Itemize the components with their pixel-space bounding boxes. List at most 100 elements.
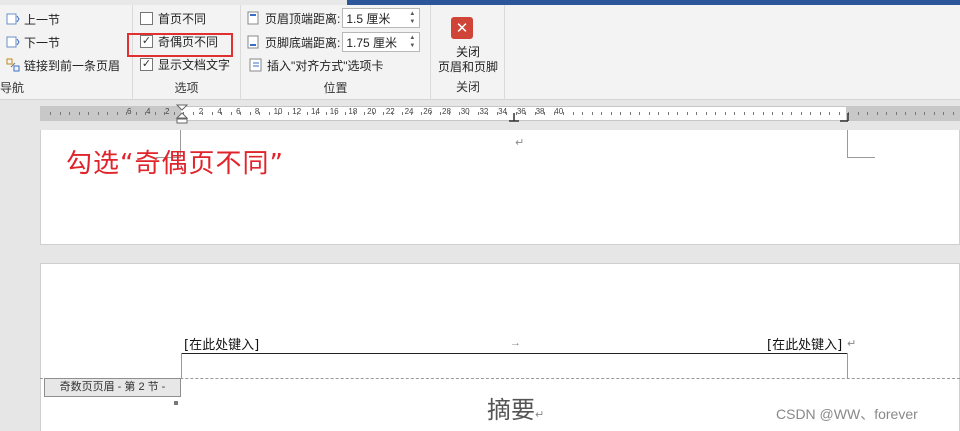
paragraph-mark: ↵ bbox=[535, 408, 545, 421]
ruler-tick-mark bbox=[810, 112, 811, 115]
ruler-tick-mark bbox=[781, 112, 783, 115]
ruler-tick-mark bbox=[553, 112, 555, 115]
ribbon-design-tab: 上一节 下一节 链接到前一条页眉 导航 首页不同 ✓ 奇偶页不同 ✓ 显示文档文… bbox=[0, 5, 960, 100]
spinner-arrows-icon[interactable]: ▲ ▼ bbox=[407, 10, 417, 26]
insert-alignment-tab-label: 插入"对齐方式"选项卡 bbox=[267, 58, 384, 73]
footer-bottom-spinner[interactable]: 1.75 厘米 ▲ ▼ bbox=[342, 32, 421, 52]
checkbox-first-page[interactable] bbox=[140, 11, 153, 25]
footer-bottom-distance: 页脚底端距离: 1.75 厘米 ▲ ▼ bbox=[247, 32, 421, 52]
ruler-tick-mark bbox=[487, 112, 488, 115]
ruler-tick-mark bbox=[819, 112, 821, 115]
spinner-arrows-icon[interactable]: ▲ ▼ bbox=[407, 34, 417, 50]
next-section-button[interactable]: 下一节 bbox=[6, 32, 60, 52]
ruler-tick-mark bbox=[886, 112, 887, 115]
ruler-tick-mark bbox=[905, 112, 906, 115]
alignment-tab-icon bbox=[249, 58, 263, 72]
header-top-spinner[interactable]: 1.5 厘米 ▲ ▼ bbox=[342, 8, 421, 28]
margin-corner-mark bbox=[847, 353, 848, 379]
ruler-tick-mark bbox=[572, 112, 574, 115]
ruler-tick-mark bbox=[696, 112, 697, 115]
odd-page-header-tag: 奇数页页眉 - 第 2 节 - bbox=[44, 378, 181, 397]
group-label-position: 位置 bbox=[323, 81, 348, 95]
link-to-previous-label: 链接到前一条页眉 bbox=[24, 58, 121, 73]
ruler-number: 20 bbox=[367, 107, 377, 116]
ruler-tick-mark bbox=[667, 112, 669, 115]
ruler-tick-mark bbox=[582, 112, 583, 115]
link-to-previous-button[interactable]: 链接到前一条页眉 bbox=[6, 55, 120, 75]
ruler-number: 18 bbox=[348, 107, 358, 116]
show-document-text-checkbox[interactable]: ✓ 显示文档文字 bbox=[140, 54, 230, 74]
ruler-tick-mark bbox=[392, 112, 393, 115]
ruler-tick-mark bbox=[496, 112, 498, 115]
header-left-placeholder[interactable]: [在此处键入] bbox=[184, 334, 259, 353]
ruler-tick-mark bbox=[506, 112, 507, 115]
ruler-tick-mark bbox=[734, 112, 735, 115]
ruler-tick-mark bbox=[382, 112, 384, 115]
ruler-tick-mark bbox=[211, 112, 213, 115]
ruler-tick-mark bbox=[563, 112, 564, 115]
footer-bottom-label: 页脚底端距离: bbox=[265, 35, 341, 50]
ruler-tick-mark bbox=[724, 112, 726, 115]
center-tab-stop-icon[interactable] bbox=[509, 113, 519, 123]
header-right-placeholder[interactable]: [在此处键入] bbox=[767, 334, 842, 353]
ruler-tick-mark bbox=[221, 112, 222, 115]
ruler-tick-mark bbox=[800, 112, 802, 115]
annotation-highlight-box bbox=[127, 33, 233, 57]
ruler-tick-mark bbox=[116, 112, 118, 115]
ruler-tick-mark bbox=[895, 112, 897, 115]
insert-alignment-tab-button[interactable]: 插入"对齐方式"选项卡 bbox=[249, 55, 384, 75]
next-section-label: 下一节 bbox=[24, 35, 61, 50]
ruler-tick-mark bbox=[867, 112, 868, 115]
indent-marker-icon[interactable] bbox=[175, 104, 189, 124]
ruler-tick-mark bbox=[306, 112, 308, 115]
ruler-tick-mark bbox=[534, 112, 536, 115]
ruler-tick-mark bbox=[344, 112, 346, 115]
ruler-number: 4 bbox=[146, 107, 151, 116]
ruler-tick-mark bbox=[363, 112, 365, 115]
prev-section-button[interactable]: 上一节 bbox=[6, 9, 60, 29]
right-tab-stop-icon[interactable] bbox=[840, 113, 850, 123]
ruler-left-margin bbox=[40, 107, 181, 120]
ruler-tick-mark bbox=[164, 112, 165, 115]
ruler-number: 2 bbox=[165, 107, 170, 116]
header-top-label: 页眉顶端距离: bbox=[265, 11, 341, 26]
header-top-value[interactable]: 1.5 厘米 bbox=[346, 10, 390, 27]
abstract-text: 摘要 bbox=[487, 396, 535, 424]
ruler-tick-mark bbox=[249, 112, 251, 115]
ruler-number: 24 bbox=[404, 107, 414, 116]
footer-bottom-value[interactable]: 1.75 厘米 bbox=[346, 34, 397, 51]
ruler-tick-mark bbox=[610, 112, 612, 115]
ruler-tick-mark bbox=[259, 112, 260, 115]
ruler-tick-mark bbox=[933, 112, 935, 115]
ruler-tick-mark bbox=[126, 112, 127, 115]
close-icon[interactable]: ✕ bbox=[451, 17, 473, 39]
ruler-tick-mark bbox=[458, 112, 460, 115]
close-header-footer-button[interactable]: ✕ bbox=[445, 17, 479, 43]
checkbox-show-text[interactable]: ✓ bbox=[140, 57, 153, 71]
prev-section-label: 上一节 bbox=[24, 12, 61, 27]
ruler-tick-mark bbox=[762, 112, 764, 115]
close-header-footer-label[interactable]: 关闭 页眉和页脚 bbox=[432, 45, 504, 75]
ruler-tick-mark bbox=[401, 112, 403, 115]
ruler-tick-mark bbox=[601, 112, 602, 115]
ruler-tick-mark bbox=[629, 112, 631, 115]
ruler-tick-mark bbox=[639, 112, 640, 115]
ruler-tick-mark bbox=[420, 112, 422, 115]
close-label-line2: 页眉和页脚 bbox=[437, 60, 498, 74]
different-first-page-checkbox[interactable]: 首页不同 bbox=[140, 8, 206, 28]
ruler-tick-mark bbox=[468, 112, 469, 115]
ruler-tick-mark bbox=[743, 112, 745, 115]
ruler-tick-mark bbox=[230, 112, 232, 115]
watermark: CSDN @WW、forever bbox=[776, 406, 918, 422]
paragraph-mark: ↵ bbox=[515, 137, 525, 149]
ruler-tick-mark bbox=[477, 112, 479, 115]
abstract-heading[interactable]: 摘要↵ bbox=[487, 390, 544, 425]
ruler-tick-mark bbox=[59, 112, 61, 115]
annotation-text: 勾选“奇偶页不同” bbox=[66, 149, 284, 179]
ruler-tick-mark bbox=[857, 112, 859, 115]
link-icon bbox=[6, 58, 20, 72]
ruler-tick-mark bbox=[648, 112, 650, 115]
horizontal-ruler[interactable]: 642246810121416182022242628303234363840 bbox=[0, 104, 960, 124]
next-section-icon bbox=[6, 35, 20, 49]
ruler-tick-mark bbox=[686, 112, 688, 115]
